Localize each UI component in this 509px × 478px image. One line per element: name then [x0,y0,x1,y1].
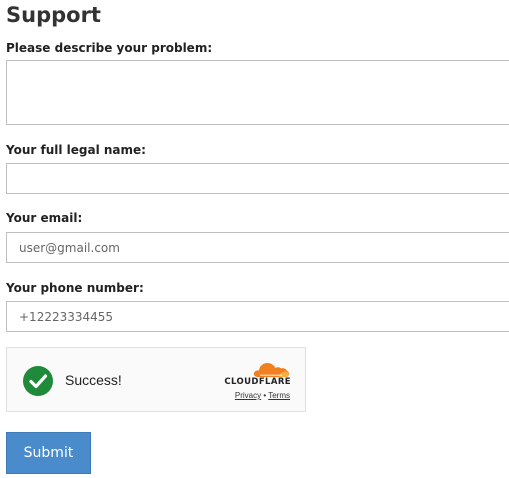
full-name-label: Your full legal name: [6,143,146,157]
captcha-links: Privacy • Terms [207,390,290,401]
cloudflare-cloud-icon [253,363,289,377]
link-separator: • [263,391,267,400]
terms-link[interactable]: Terms [268,391,290,400]
cloudflare-turnstile-widget[interactable]: Success! CLOUDFLARE Privacy • Terms [6,347,306,412]
page-title: Support [6,3,101,27]
problem-textarea[interactable] [6,60,509,125]
captcha-status-text: Success! [65,372,122,388]
email-input[interactable] [6,232,509,263]
full-name-input[interactable] [6,163,509,194]
submit-button[interactable]: Submit [6,432,91,474]
problem-label: Please describe your problem: [6,41,213,55]
email-label: Your email: [6,211,83,225]
check-circle-icon [23,366,53,396]
cloudflare-wordmark: CLOUDFLARE [224,377,291,387]
phone-label: Your phone number: [6,281,144,295]
phone-input[interactable] [6,301,509,332]
privacy-link[interactable]: Privacy [235,391,261,400]
